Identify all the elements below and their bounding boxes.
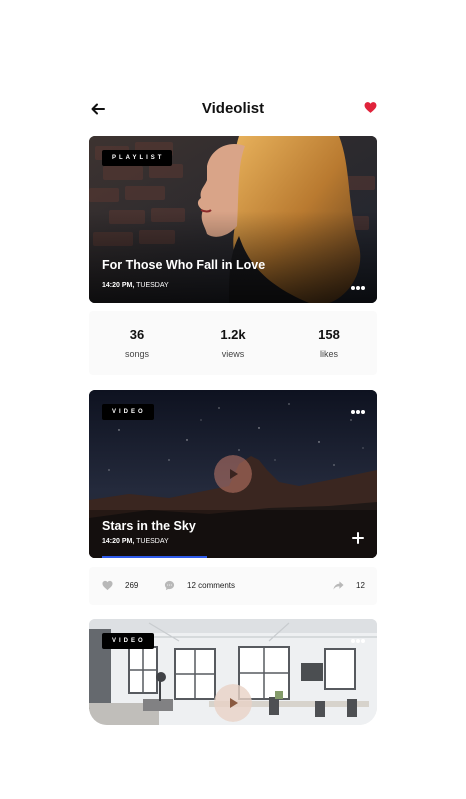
stat-value: 36: [129, 327, 145, 342]
stat-songs: 36 songs: [89, 327, 185, 359]
playlist-card[interactable]: PLAYLIST For Those Who Fall in Love 14:2…: [89, 136, 377, 303]
heart-icon[interactable]: [102, 580, 113, 591]
playlist-title: For Those Who Fall in Love: [102, 258, 266, 272]
stat-value: 1.2k: [220, 327, 246, 342]
playlist-stats: 36 songs 1.2k views 158 likes: [89, 311, 377, 375]
video-title: Stars in the Sky: [102, 519, 196, 533]
comment-icon[interactable]: [164, 580, 175, 591]
playlist-timestamp: 14:20 PM, TUESDAY: [102, 282, 169, 289]
video-badge: VIDEO: [102, 633, 154, 649]
video-day: TUESDAY: [136, 538, 169, 545]
video-card[interactable]: VIDEO: [89, 619, 377, 725]
video-timestamp: 14:20 PM, TUESDAY: [102, 538, 169, 545]
heart-icon[interactable]: [364, 101, 377, 114]
stat-label: views: [221, 349, 245, 359]
more-dots-icon[interactable]: [351, 639, 365, 643]
stat-label: likes: [319, 349, 338, 359]
video-progress-bar[interactable]: [102, 556, 207, 558]
page-title: Videolist: [201, 100, 265, 117]
video-badge: VIDEO: [102, 404, 154, 420]
shares-count: 12: [356, 581, 365, 590]
stat-likes: 158 likes: [281, 327, 377, 359]
playlist-time: 14:20 PM,: [102, 282, 135, 289]
top-bar: Videolist: [89, 96, 377, 124]
play-icon[interactable]: [214, 684, 252, 722]
plus-icon[interactable]: [352, 532, 364, 544]
comments-count: 12 comments: [187, 581, 236, 590]
more-dots-icon[interactable]: [351, 410, 365, 414]
playlist-day: TUESDAY: [136, 282, 169, 289]
video-card[interactable]: VIDEO Stars in the Sky 14:20 PM, TUESDAY: [89, 390, 377, 558]
stat-label: songs: [124, 349, 150, 359]
likes-count: 269: [125, 581, 139, 590]
video-actions: 269 12 comments 12: [89, 567, 377, 605]
playlist-badge: PLAYLIST: [102, 150, 173, 166]
video-time: 14:20 PM,: [102, 538, 135, 545]
stat-views: 1.2k views: [185, 327, 281, 359]
share-icon[interactable]: [333, 580, 344, 591]
play-icon[interactable]: [214, 455, 252, 493]
more-dots-icon[interactable]: [351, 286, 365, 290]
stat-value: 158: [318, 327, 340, 342]
